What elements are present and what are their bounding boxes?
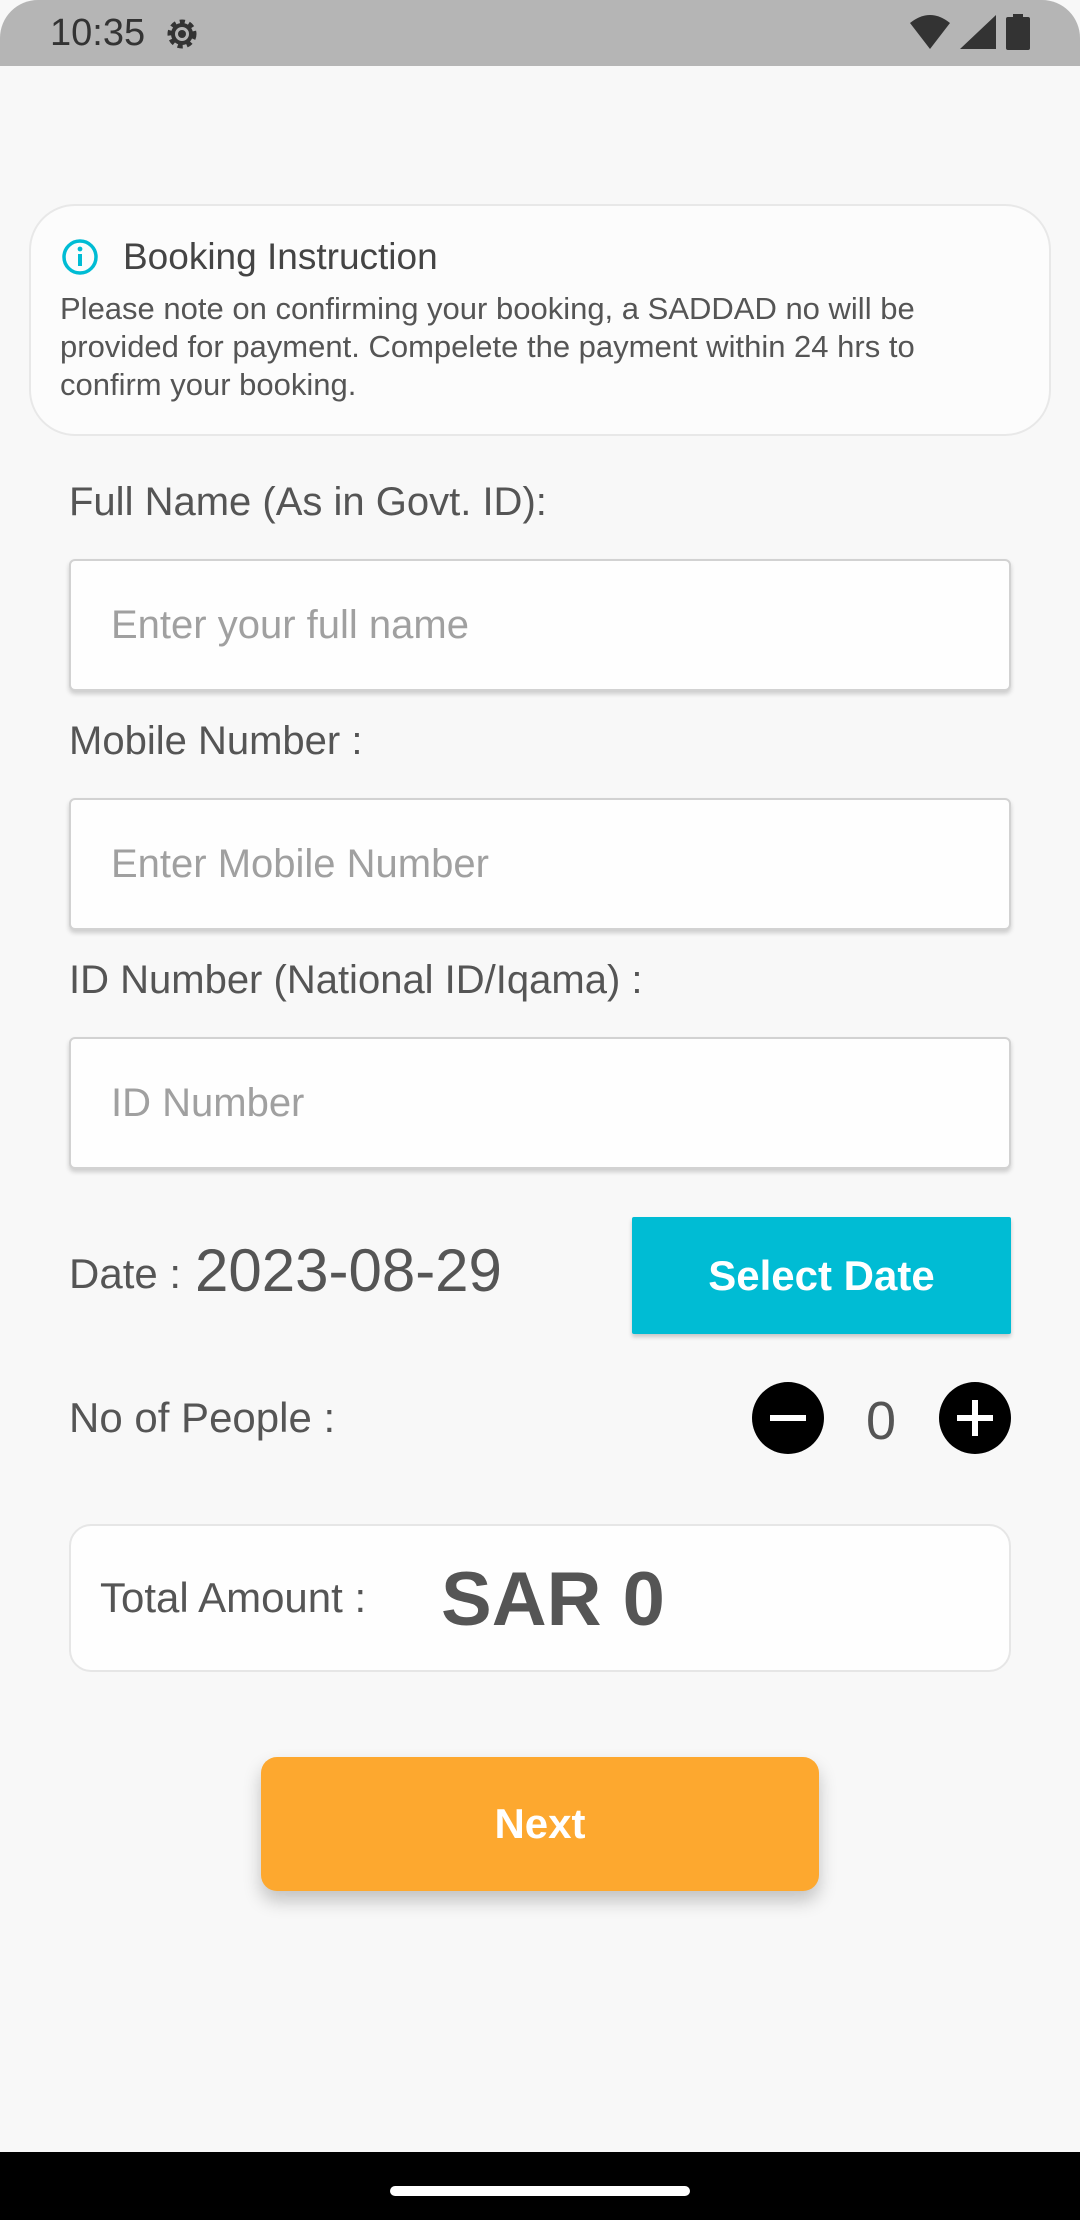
status-bar: 10:35 <box>0 0 1080 66</box>
full-name-input[interactable] <box>69 559 1011 691</box>
decrement-people-button[interactable] <box>752 1382 824 1454</box>
people-label: No of People : <box>69 1394 336 1441</box>
date-label: Date : <box>69 1250 182 1297</box>
status-icons <box>910 14 1030 50</box>
status-time: 10:35 <box>50 12 146 54</box>
full-name-label: Full Name (As in Govt. ID): <box>69 480 547 524</box>
total-amount-value: SAR 0 <box>441 1557 665 1642</box>
booking-instruction-card: Booking Instruction Please note on confi… <box>29 204 1051 436</box>
mobile-number-label: Mobile Number : <box>69 719 363 763</box>
date-value: 2023-08-29 <box>195 1237 502 1304</box>
instruction-body: Please note on confirming your booking, … <box>60 291 915 402</box>
info-icon <box>62 239 98 275</box>
mobile-number-input[interactable] <box>69 798 1011 930</box>
select-date-button[interactable]: Select Date <box>632 1217 1011 1334</box>
id-number-label: ID Number (National ID/Iqama) : <box>69 958 643 1002</box>
increment-people-button[interactable] <box>939 1382 1011 1454</box>
next-button[interactable]: Next <box>261 1757 819 1891</box>
plus-circle-icon <box>957 1400 993 1436</box>
total-amount-card: Total Amount : SAR 0 <box>69 1524 1011 1672</box>
total-amount-label: Total Amount : <box>100 1574 367 1621</box>
people-count: 0 <box>865 1391 897 1451</box>
settings-gear-icon <box>167 19 197 49</box>
minus-circle-icon <box>770 1415 806 1421</box>
instruction-title: Booking Instruction <box>123 236 438 277</box>
id-number-input[interactable] <box>69 1037 1011 1169</box>
signal-icon <box>960 15 996 49</box>
wifi-icon <box>910 15 950 49</box>
home-indicator[interactable] <box>390 2186 690 2196</box>
battery-icon <box>1006 14 1030 50</box>
